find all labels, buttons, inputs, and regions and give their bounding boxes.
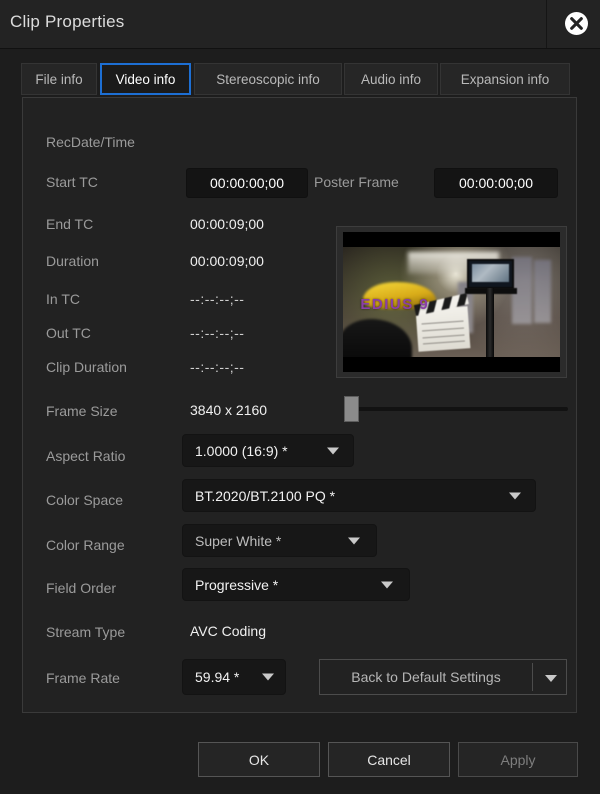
ok-button[interactable]: OK [198,742,320,777]
chevron-down-icon [327,447,339,454]
back-to-default-settings-label: Back to Default Settings [351,669,501,685]
apply-button: Apply [458,742,578,777]
window-titlebar: Clip Properties [0,0,600,49]
tab-expansion-info[interactable]: Expansion info [440,63,570,95]
chevron-down-icon [381,581,393,588]
in-tc-value: --:--:--;-- [190,291,245,307]
tab-label: Audio info [360,71,422,87]
tab-stereoscopic-info[interactable]: Stereoscopic info [194,63,342,95]
titlebar-divider [546,0,547,48]
cancel-button[interactable]: Cancel [328,742,450,777]
tab-file-info[interactable]: File info [21,63,97,95]
clip-duration-label: Clip Duration [46,359,127,375]
out-tc-label: Out TC [46,325,91,341]
back-to-default-settings-button[interactable]: Back to Default Settings [319,659,567,695]
split-button-divider [532,663,533,691]
tab-label: Stereoscopic info [216,71,320,87]
start-tc-input[interactable]: 00:00:00;00 [186,168,308,198]
tab-label: File info [35,71,83,87]
field-order-label: Field Order [46,580,117,596]
thumb-clapper-line [422,327,464,332]
end-tc-label: End TC [46,216,94,232]
thumb-monitor [466,258,515,290]
frame-rate-dropdown[interactable]: 59.94 * [182,659,286,695]
thumb-tripod [486,288,494,367]
color-range-value: Super White * [195,532,282,549]
color-range-dropdown[interactable]: Super White * [182,524,377,557]
end-tc-value: 00:00:09;00 [190,216,264,232]
color-space-value: BT.2020/BT.2100 PQ * [195,487,336,504]
chevron-down-icon [348,537,360,544]
aspect-ratio-dropdown[interactable]: 1.0000 (16:9) * [182,434,354,467]
color-space-label: Color Space [46,492,124,508]
frame-size-value: 3840 x 2160 [190,402,268,418]
recdate-time-label: RecDate/Time [46,134,135,150]
frame-rate-value: 59.94 * [195,669,240,685]
chevron-down-icon [262,673,274,681]
field-order-dropdown[interactable]: Progressive * [182,568,410,601]
poster-frame-input[interactable]: 00:00:00;00 [434,168,558,198]
tab-label: Video info [115,71,176,87]
poster-frame-image: EDIUS 9 [343,232,560,372]
out-tc-value: --:--:--;-- [190,325,245,341]
thumb-clapper-line [422,340,465,345]
thumb-person [533,260,552,323]
tabstrip: File info Video info Stereoscopic info A… [0,49,600,98]
field-order-value: Progressive * [195,576,279,593]
start-tc-label: Start TC [46,174,98,190]
tab-video-info[interactable]: Video info [100,63,191,95]
poster-frame-label: Poster Frame [314,174,399,190]
thumb-clapper-line [421,320,464,325]
tab-audio-info[interactable]: Audio info [344,63,438,95]
aspect-ratio-value: 1.0000 (16:9) * [195,442,288,459]
frame-size-slider[interactable] [340,394,568,424]
clip-duration-value: --:--:--;-- [190,359,245,375]
in-tc-label: In TC [46,291,80,307]
duration-label: Duration [46,253,99,269]
tab-label: Expansion info [460,71,550,87]
window-title: Clip Properties [10,12,125,31]
color-range-label: Color Range [46,537,125,553]
color-space-dropdown[interactable]: BT.2020/BT.2100 PQ * [182,479,536,512]
frame-size-label: Frame Size [46,403,118,419]
stream-type-value: AVC Coding [190,623,267,639]
frame-size-slider-handle[interactable] [344,396,359,422]
frame-rate-label: Frame Rate [46,670,120,686]
thumb-letterbox-top [343,232,560,248]
aspect-ratio-label: Aspect Ratio [46,448,126,464]
thumb-watermark: EDIUS 9 [360,296,430,314]
thumb-letterbox-bottom [343,356,560,372]
chevron-down-icon[interactable] [545,675,557,682]
close-circle-icon[interactable] [563,10,590,37]
frame-size-slider-track [344,407,568,411]
poster-frame-preview[interactable]: EDIUS 9 [336,226,567,378]
duration-value: 00:00:09;00 [190,253,264,269]
thumb-clapper-line [422,333,465,338]
stream-type-label: Stream Type [46,624,126,640]
chevron-down-icon [509,492,521,499]
